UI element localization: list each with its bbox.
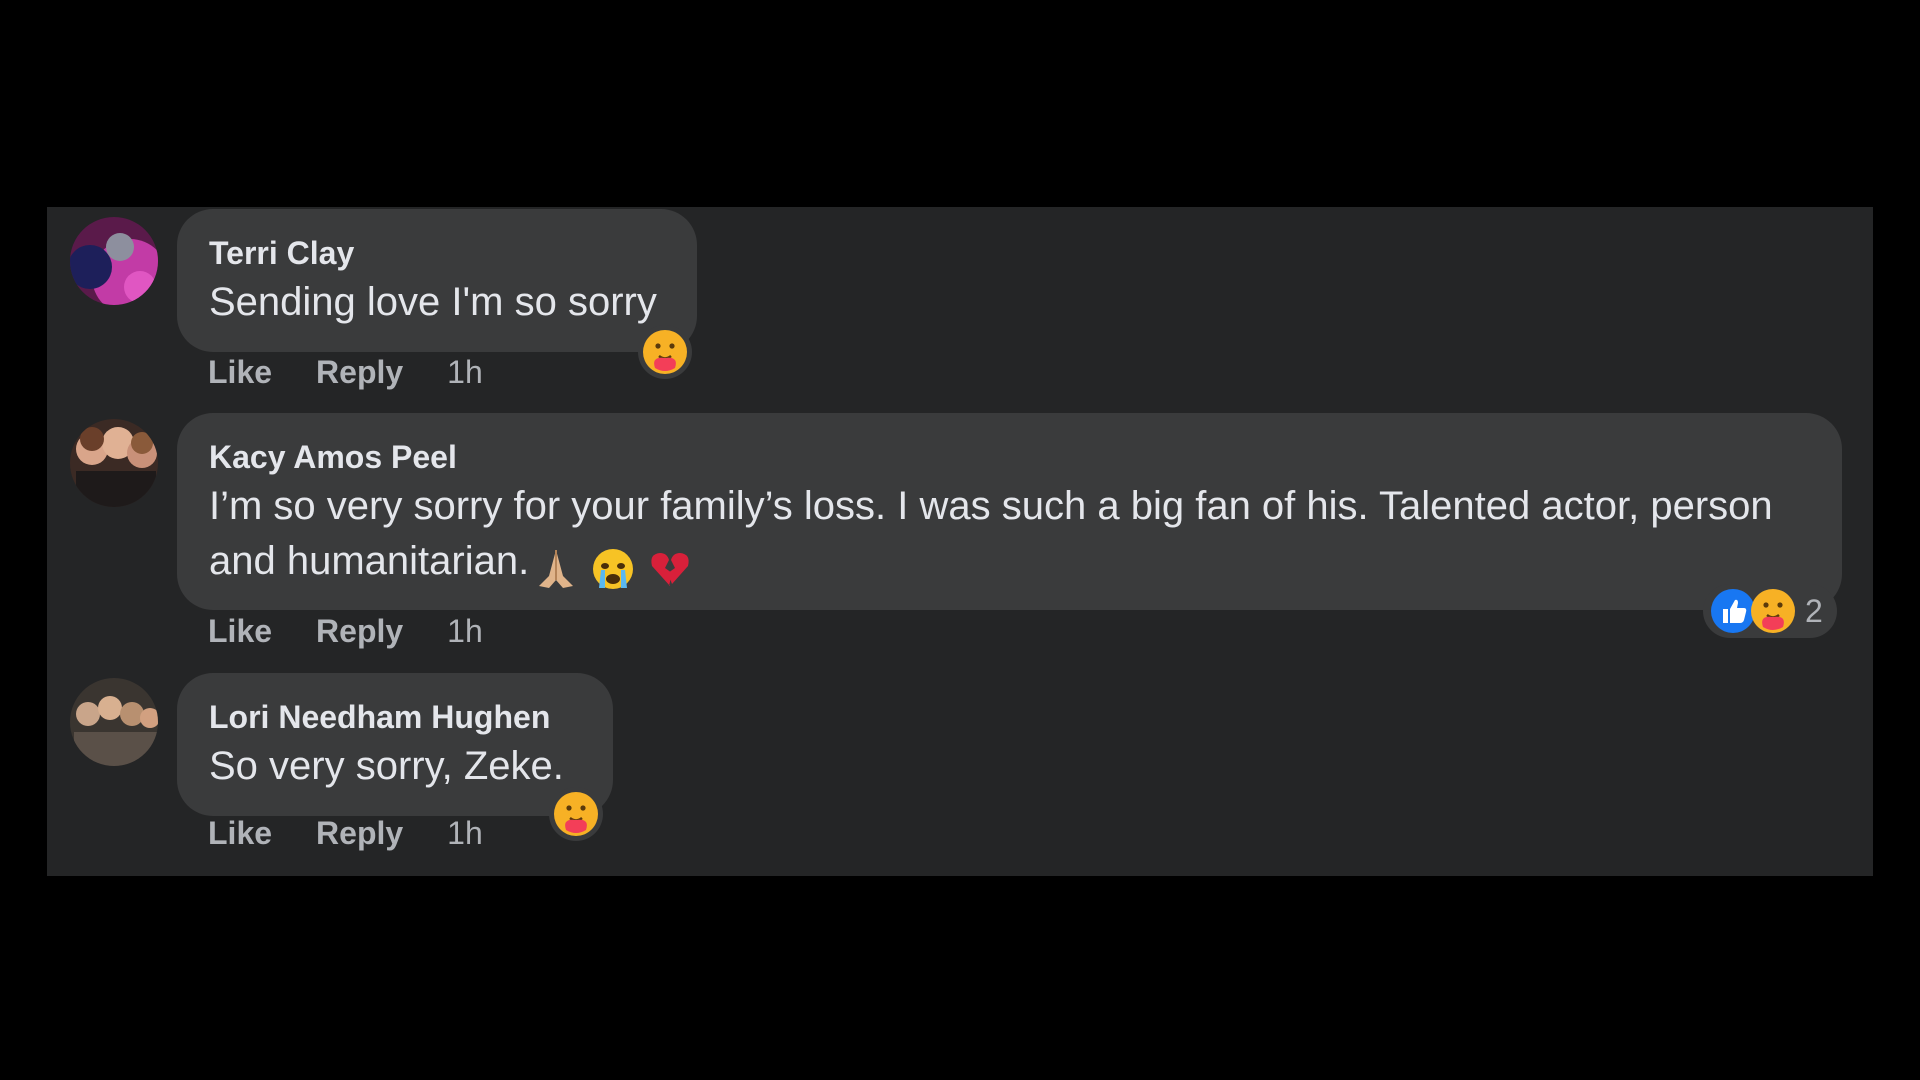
- avatar[interactable]: [70, 217, 158, 305]
- avatar-photo-icon: [70, 678, 158, 766]
- comment-timestamp[interactable]: 1h: [447, 613, 483, 650]
- avatar[interactable]: [70, 678, 158, 766]
- comment-timestamp[interactable]: 1h: [447, 354, 483, 391]
- crying-face-icon: [593, 549, 634, 590]
- care-reaction-icon: [1751, 589, 1795, 633]
- like-button[interactable]: Like: [208, 613, 272, 650]
- comment-bubble: Lori Needham Hughen So very sorry, Zeke.: [177, 673, 613, 816]
- care-reaction-icon: [643, 330, 687, 374]
- reaction-count: 2: [1805, 592, 1823, 629]
- folded-hands-icon: [539, 550, 574, 589]
- comment-author[interactable]: Terri Clay: [209, 233, 667, 273]
- comment-actions: Like Reply 1h: [208, 613, 483, 650]
- comments-panel: Terri Clay Sending love I'm so sorry Lik…: [47, 207, 1873, 876]
- reaction-summary[interactable]: 2: [1703, 584, 1837, 638]
- comment-author[interactable]: Lori Needham Hughen: [209, 697, 583, 737]
- avatar-photo-icon: [70, 419, 158, 507]
- comment-author[interactable]: Kacy Amos Peel: [209, 437, 1812, 477]
- like-button[interactable]: Like: [208, 354, 272, 391]
- comment-text: I’m so very sorry for your family’s loss…: [209, 479, 1812, 595]
- like-button[interactable]: Like: [208, 815, 272, 852]
- reply-button[interactable]: Reply: [316, 815, 403, 852]
- care-reaction-icon: [554, 792, 598, 836]
- avatar[interactable]: [70, 419, 158, 507]
- reaction-badge[interactable]: [549, 787, 603, 841]
- comment-timestamp[interactable]: 1h: [447, 815, 483, 852]
- comment-text-line-end: and humanitarian.: [209, 539, 530, 583]
- reaction-badge[interactable]: [638, 325, 692, 379]
- comment-actions: Like Reply 1h: [208, 815, 483, 852]
- comment-bubble: Kacy Amos Peel I’m so very sorry for you…: [177, 413, 1842, 610]
- comment-actions: Like Reply 1h: [208, 354, 483, 391]
- comment-text-line: and humanitarian.: [209, 534, 1812, 595]
- comment-bubble: Terri Clay Sending love I'm so sorry: [177, 209, 697, 352]
- comment-text-line: I’m so very sorry for your family’s loss…: [209, 484, 1773, 528]
- reply-button[interactable]: Reply: [316, 354, 403, 391]
- comment-text: Sending love I'm so sorry: [209, 280, 657, 324]
- avatar-photo-icon: [70, 217, 158, 305]
- broken-heart-icon: [651, 553, 690, 587]
- comment-text: So very sorry, Zeke.: [209, 744, 564, 788]
- inline-emojis: [533, 540, 693, 595]
- reply-button[interactable]: Reply: [316, 613, 403, 650]
